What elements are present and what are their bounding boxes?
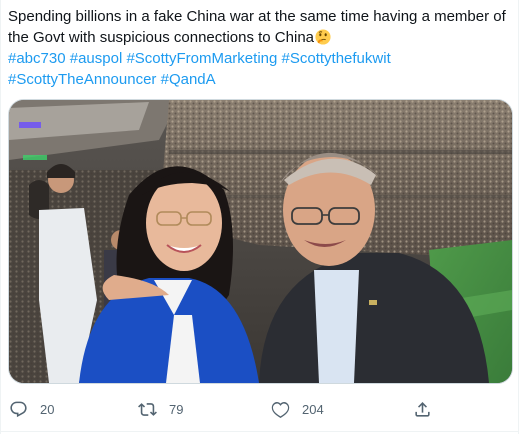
tweet-text-line-2: the Govt with suspicious connections to … — [8, 27, 513, 48]
share-icon — [415, 401, 430, 417]
hashtag-qanda[interactable]: #QandA — [161, 71, 216, 88]
hashtag-line-1: #abc730 #auspol #ScottyFromMarketing #Sc… — [8, 48, 513, 69]
share-button[interactable] — [413, 396, 432, 422]
tweet-photo[interactable] — [8, 99, 513, 384]
reply-button[interactable]: 20 — [9, 396, 54, 422]
hashtag-scottythefukwit[interactable]: #Scottythefukwit — [282, 50, 391, 67]
bottom-divider — [1, 431, 519, 432]
reply-count: 20 — [40, 401, 55, 417]
retweet-icon — [138, 402, 157, 416]
tweet-text-segment-1: Spending billions in a fake China war at… — [8, 8, 506, 25]
tweet-text: Spending billions in a fake China war at… — [8, 6, 513, 90]
thinking-face-emoji-icon — [315, 29, 331, 45]
hashtag-abc730[interactable]: #abc730 — [8, 50, 66, 67]
hashtag-scottyfrommarketing[interactable]: #ScottyFromMarketing — [126, 50, 277, 67]
stadium-selfie-photo — [9, 100, 512, 383]
retweet-button[interactable]: 79 — [138, 396, 183, 422]
retweet-count: 79 — [169, 401, 184, 417]
like-button[interactable]: 204 — [271, 396, 324, 422]
heart-icon — [271, 401, 290, 418]
tweet-text-segment-2: the Govt with suspicious connections to … — [8, 29, 314, 46]
reply-icon — [10, 401, 27, 417]
like-count: 204 — [302, 401, 324, 417]
tweet-text-line-1: Spending billions in a fake China war at… — [8, 6, 513, 27]
tweet-actions-bar: 20 79 204 — [1, 396, 519, 422]
hashtag-auspol[interactable]: #auspol — [70, 50, 123, 67]
hashtag-line-2: #ScottyTheAnnouncer #QandA — [8, 69, 513, 90]
tweet-card: Spending billions in a fake China war at… — [0, 0, 519, 434]
hashtag-scottytheannouncer[interactable]: #ScottyTheAnnouncer — [8, 71, 156, 88]
